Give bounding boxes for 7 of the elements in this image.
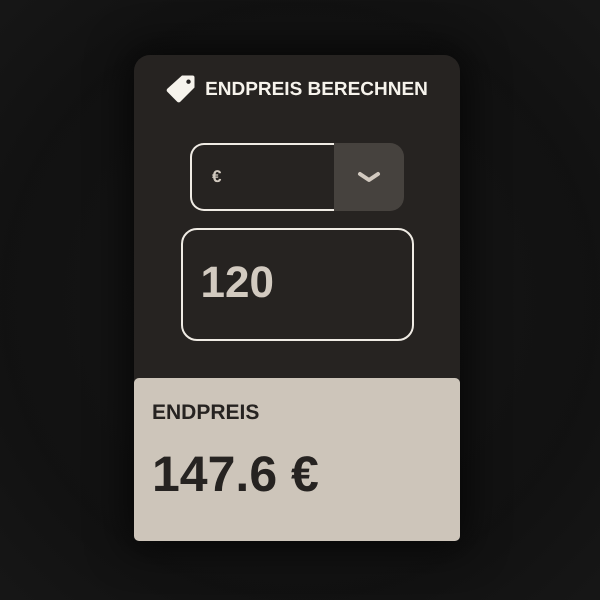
final-price: 147.6 € <box>152 446 319 502</box>
dropdown-button[interactable] <box>334 143 404 211</box>
amount-field[interactable]: 120 <box>180 228 414 341</box>
chevron-down-icon <box>357 170 381 184</box>
result-label: ENDPREIS <box>152 401 260 425</box>
card-title: ENDPREIS BERECHNEN <box>205 80 428 98</box>
price-tag-icon <box>166 75 196 103</box>
